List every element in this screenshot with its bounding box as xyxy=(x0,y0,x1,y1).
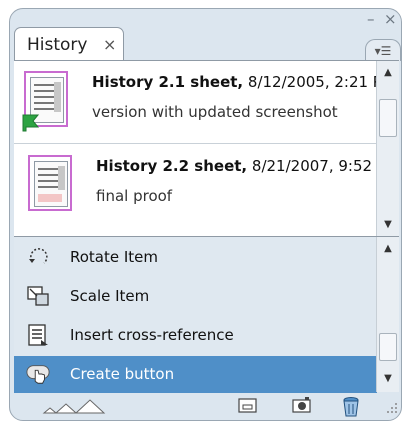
history-item-title: History 2.2 sheet, 8/21/2007, 9:52 AM xyxy=(96,157,401,175)
tab-label: History xyxy=(27,35,88,55)
history-item-title: History 2.1 sheet, 8/12/2005, 2:21 PM xyxy=(92,73,395,91)
action-list: Rotate Item Scale Item Insert cross-refe… xyxy=(14,236,399,393)
actions-scrollbar[interactable]: ▲ ▼ xyxy=(376,237,399,392)
history-list: History 2.1 sheet, 8/12/2005, 2:21 PM ve… xyxy=(14,60,400,236)
panel-menu-button[interactable]: ▾☰ xyxy=(365,39,401,61)
scroll-down-arrow-icon[interactable]: ▼ xyxy=(377,219,399,230)
tab-history[interactable]: History × xyxy=(14,27,124,61)
history-item[interactable]: History 2.1 sheet, 8/12/2005, 2:21 PM ve… xyxy=(14,61,395,141)
new-window-icon[interactable] xyxy=(238,396,258,414)
scale-icon xyxy=(27,286,49,306)
history-scrollbar[interactable]: ▲ ▼ xyxy=(376,61,399,236)
divider xyxy=(14,143,377,144)
tab-close-icon[interactable]: × xyxy=(103,35,116,54)
action-item-create-button[interactable]: Create button xyxy=(14,356,377,393)
hand-pointer-icon xyxy=(26,365,50,384)
scroll-down-arrow-icon[interactable]: ▼ xyxy=(377,373,399,384)
scrollbar-thumb[interactable] xyxy=(379,333,397,361)
scroll-up-arrow-icon[interactable]: ▲ xyxy=(377,243,399,254)
panel-menu-icon: ▾☰ xyxy=(374,44,392,58)
action-label: Scale Item xyxy=(70,287,150,305)
cross-reference-icon xyxy=(28,324,48,346)
action-item-rotate[interactable]: Rotate Item xyxy=(14,239,377,276)
history-panel: – × History × ▾☰ History 2.1 sheet, 8/12… xyxy=(9,8,402,421)
trash-icon[interactable] xyxy=(342,396,360,418)
history-item[interactable]: History 2.2 sheet, 8/21/2007, 9:52 AM fi… xyxy=(14,145,400,225)
scrollbar-thumb[interactable] xyxy=(379,99,397,137)
rotate-icon xyxy=(29,248,48,264)
history-item-description: version with updated screenshot xyxy=(92,103,338,121)
history-item-description: final proof xyxy=(96,187,173,205)
sheet-thumbnail xyxy=(28,155,72,211)
scroll-up-arrow-icon[interactable]: ▲ xyxy=(377,67,399,78)
action-item-cross-reference[interactable]: Insert cross-reference xyxy=(14,317,377,354)
action-label: Insert cross-reference xyxy=(70,326,234,344)
close-icon[interactable]: × xyxy=(384,12,397,27)
action-label: Create button xyxy=(70,365,175,383)
bottom-toolbar xyxy=(14,392,399,420)
green-flag-icon xyxy=(22,114,40,132)
minimize-icon[interactable]: – xyxy=(367,12,375,27)
snapshot-camera-icon[interactable] xyxy=(292,396,312,414)
action-label: Rotate Item xyxy=(70,248,159,266)
zoom-mountains-icon[interactable] xyxy=(42,396,142,416)
action-item-scale[interactable]: Scale Item xyxy=(14,278,377,315)
resize-grip-icon[interactable] xyxy=(386,402,398,414)
